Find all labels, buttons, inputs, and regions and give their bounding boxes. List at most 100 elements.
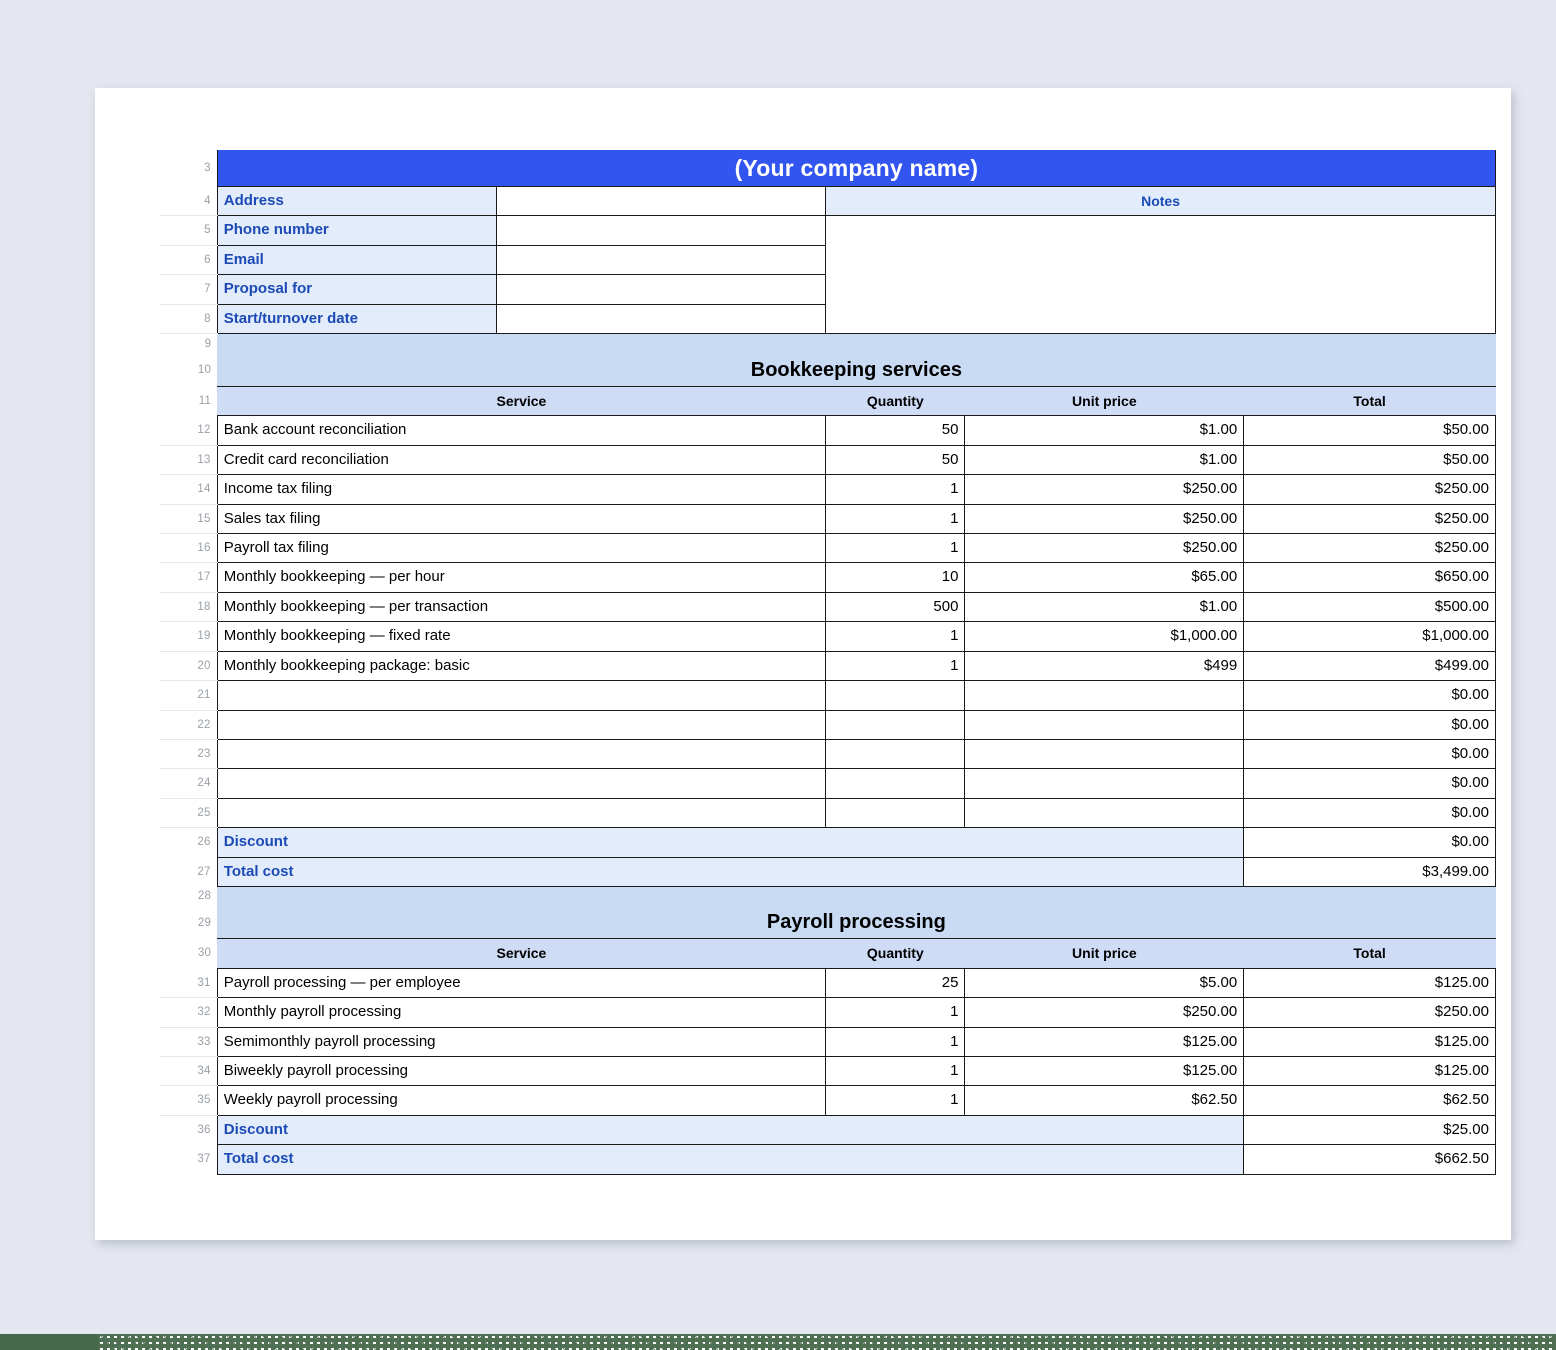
cell-quantity[interactable]: 500 [825,592,966,623]
discount-label: Discount [216,1115,1245,1146]
cell-service[interactable]: Semimonthly payroll processing [216,1027,827,1058]
cell-unit-price[interactable]: $125.00 [964,1027,1245,1058]
cell-service[interactable]: Monthly bookkeeping — per transaction [216,592,827,623]
cell-service[interactable] [216,739,827,770]
info-value-field[interactable] [496,304,827,335]
cell-unit-price[interactable]: $250.00 [964,997,1245,1028]
spreadsheet-page: 3 (Your company name) 4 Address Notes 5 Phone … [95,88,1511,1240]
cell-service[interactable] [216,768,827,799]
cell-service[interactable]: Biweekly payroll processing [216,1056,827,1087]
column-header-service: Service [217,938,826,969]
discount-value[interactable]: $25.00 [1243,1115,1496,1146]
cell-quantity[interactable]: 50 [825,415,966,446]
cell-unit-price[interactable] [964,739,1245,770]
row-number: 36 [160,1115,218,1145]
cell-quantity[interactable]: 10 [825,562,966,593]
table-row: 22 $0.00 [160,710,1496,740]
cell-total: $125.00 [1243,1056,1496,1087]
row-number: 11 [160,386,218,416]
table-row: 23 $0.00 [160,739,1496,770]
cell-total: $0.00 [1243,798,1496,829]
cell-total: $0.00 [1243,680,1496,711]
cell-service[interactable] [216,710,827,740]
cell-quantity[interactable]: 1 [825,533,966,564]
column-header-unit-price: Unit price [964,938,1244,969]
cell-unit-price[interactable]: $62.50 [964,1085,1245,1116]
cell-quantity[interactable]: 1 [825,1027,966,1058]
cell-quantity[interactable] [825,798,966,829]
cell-unit-price[interactable]: $1,000.00 [964,621,1245,652]
discount-value[interactable]: $0.00 [1243,827,1496,858]
cell-service[interactable]: Weekly payroll processing [216,1085,827,1116]
cell-service[interactable]: Monthly payroll processing [216,997,827,1028]
notes-textarea[interactable] [825,215,1496,335]
cell-unit-price[interactable]: $1.00 [964,415,1245,446]
column-header-quantity: Quantity [825,386,965,417]
cell-unit-price[interactable] [964,798,1245,829]
table-row: 24 $0.00 [160,768,1496,799]
cell-service[interactable]: Monthly bookkeeping — fixed rate [216,621,827,652]
cell-quantity[interactable] [825,710,966,740]
cell-service[interactable]: Monthly bookkeeping package: basic [216,651,827,682]
row-number: 18 [160,592,218,623]
proposal-table: 3 (Your company name) 4 Address Notes 5 Phone … [160,150,1497,1175]
cell-quantity[interactable]: 1 [825,651,966,682]
row-number: 21 [160,680,218,711]
cell-quantity[interactable]: 1 [825,1085,966,1116]
cell-service[interactable] [216,680,827,711]
cell-quantity[interactable]: 1 [825,621,966,652]
company-name-title[interactable]: (Your company name) [216,150,1497,187]
row-number: 3 [160,150,218,187]
table-row: 31 Payroll processing — per employee 25 $5.… [160,968,1496,999]
row-number: 20 [160,651,218,682]
cell-unit-price[interactable] [964,680,1245,711]
row-number: 9 [160,333,218,355]
total-cost-value: $662.50 [1243,1144,1496,1175]
column-header-quantity: Quantity [825,938,965,969]
cell-service[interactable]: Credit card reconciliation [216,445,827,476]
info-value-field[interactable] [496,274,827,305]
cell-service[interactable]: Income tax filing [216,474,827,505]
cell-service[interactable]: Sales tax filing [216,504,827,535]
cell-unit-price[interactable]: $250.00 [964,533,1245,564]
cell-total: $125.00 [1243,968,1496,999]
cell-quantity[interactable]: 25 [825,968,966,999]
row-number: 23 [160,739,218,770]
cell-total: $250.00 [1243,474,1496,505]
cell-quantity[interactable] [825,739,966,770]
row-number: 12 [160,415,218,446]
cell-quantity[interactable]: 1 [825,504,966,535]
cell-service[interactable]: Monthly bookkeeping — per hour [216,562,827,593]
cell-unit-price[interactable]: $1.00 [964,445,1245,476]
cell-unit-price[interactable] [964,768,1245,799]
cell-unit-price[interactable]: $125.00 [964,1056,1245,1087]
table-row: 33 Semimonthly payroll processing 1 $125.00… [160,1027,1496,1058]
cell-service[interactable]: Bank account reconciliation [216,415,827,446]
cell-unit-price[interactable]: $250.00 [964,474,1245,505]
cell-quantity[interactable]: 1 [825,1056,966,1087]
table-row: 32 Monthly payroll processing 1 $250.00 $250… [160,997,1496,1028]
cell-unit-price[interactable]: $1.00 [964,592,1245,623]
cell-quantity[interactable]: 1 [825,997,966,1028]
cell-quantity[interactable]: 50 [825,445,966,476]
info-value-field[interactable] [496,245,827,276]
cell-service[interactable]: Payroll processing — per employee [216,968,827,999]
row-number: 26 [160,827,218,858]
cell-quantity[interactable]: 1 [825,474,966,505]
cell-quantity[interactable] [825,768,966,799]
info-value-field[interactable] [496,215,827,246]
table-row: 17 Monthly bookkeeping — per hour 10 $65.00… [160,562,1496,593]
cell-unit-price[interactable]: $250.00 [964,504,1245,535]
info-label-email: Email [216,245,497,276]
cell-unit-price[interactable]: $499 [964,651,1245,682]
info-row: 4 Address Notes [160,186,1496,217]
cell-unit-price[interactable]: $65.00 [964,562,1245,593]
cell-unit-price[interactable] [964,710,1245,740]
row-number: 28 [160,886,218,907]
info-value-field[interactable] [496,186,827,217]
cell-quantity[interactable] [825,680,966,711]
section-title-row: 29 Payroll processing [160,906,1496,940]
cell-service[interactable]: Payroll tax filing [216,533,827,564]
cell-unit-price[interactable]: $5.00 [964,968,1245,999]
cell-service[interactable] [216,798,827,829]
